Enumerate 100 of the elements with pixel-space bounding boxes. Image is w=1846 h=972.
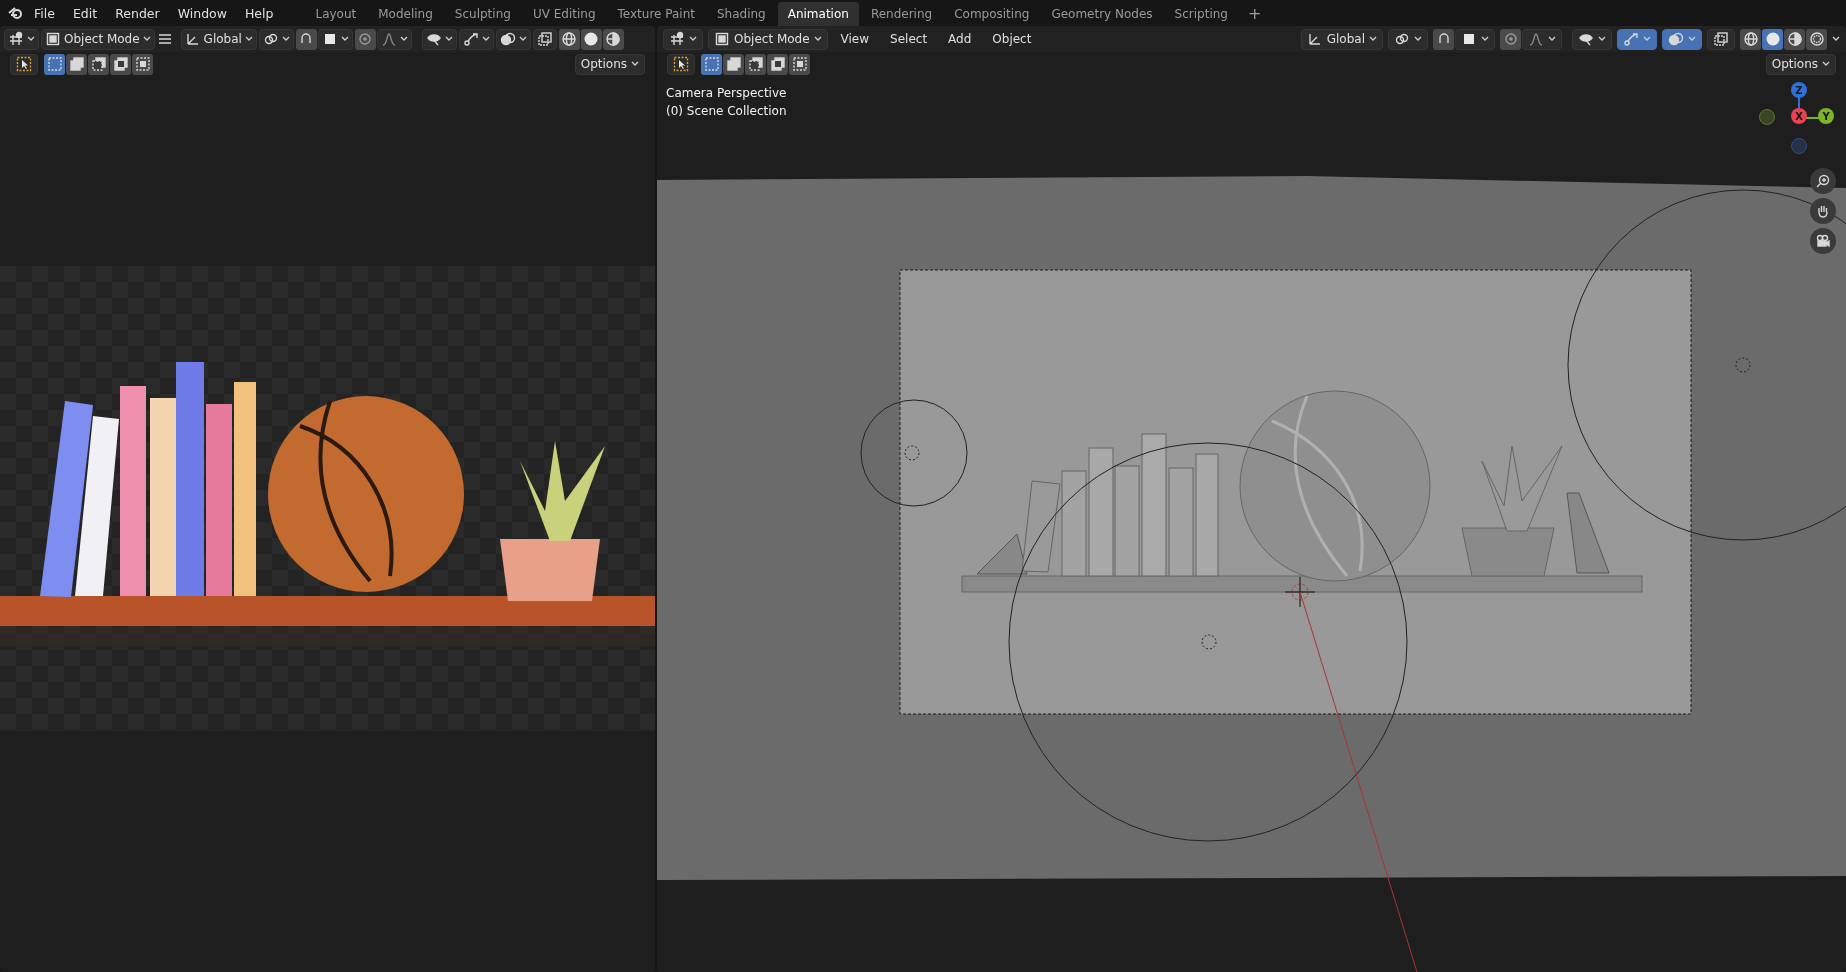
tool-button[interactable]	[667, 53, 695, 75]
selection-mode-button[interactable]	[66, 53, 87, 75]
negative-axis-handle[interactable]	[1791, 138, 1807, 154]
zoom-icon[interactable]	[1810, 168, 1836, 194]
selectability-dropdown[interactable]	[421, 28, 457, 50]
selection-mode-button[interactable]	[789, 53, 810, 75]
header-menu[interactable]: Select	[882, 29, 936, 49]
dot-circle-icon	[357, 31, 374, 47]
options-dropdown[interactable]: Options	[1765, 53, 1836, 75]
dashed-square-icon	[703, 56, 720, 72]
caret-icon	[340, 36, 349, 42]
snap-toggle[interactable]	[295, 28, 317, 50]
tool-button[interactable]	[10, 53, 38, 75]
shading-mode-button[interactable]	[1762, 28, 1783, 50]
menu-item[interactable]: Edit	[64, 2, 106, 24]
workspace-tab[interactable]: Modeling	[368, 2, 443, 26]
editor-type-dropdown[interactable]	[4, 28, 39, 50]
navigation-gizmo[interactable]: Z X Y	[1746, 80, 1836, 160]
selection-mode-button[interactable]	[110, 53, 131, 75]
eye-pointer-icon	[425, 31, 442, 47]
workspace-tab[interactable]: Compositing	[944, 2, 1040, 26]
menu-item[interactable]: Help	[236, 2, 282, 24]
orientation-dropdown[interactable]: Global	[1300, 28, 1383, 50]
pivot-dropdown[interactable]	[258, 28, 294, 50]
selectability-dropdown[interactable]	[1572, 28, 1612, 50]
falloff-curve-icon	[1528, 31, 1544, 47]
solid-sphere-icon	[583, 31, 600, 47]
shading-mode-button[interactable]	[1806, 28, 1827, 50]
intersect-squares-icon	[791, 56, 808, 72]
gizmo-toggle[interactable]	[458, 28, 494, 50]
shading-mode-button[interactable]	[580, 28, 602, 50]
menu-item[interactable]: File	[26, 2, 63, 24]
eye-pointer-icon	[1578, 31, 1594, 47]
workspace-tab[interactable]: UV Editing	[522, 2, 606, 26]
shading-mode-button[interactable]	[1740, 28, 1761, 50]
workspace-tab[interactable]: Texture Paint	[607, 2, 705, 26]
pivot-dropdown[interactable]	[1388, 28, 1428, 50]
selection-mode-button[interactable]	[88, 53, 109, 75]
shading-mode-button[interactable]	[558, 28, 580, 50]
mode-dropdown[interactable]: Object Mode	[41, 28, 155, 50]
proportional-edit-toggle[interactable]	[1500, 28, 1521, 50]
workspace-tab[interactable]: Animation	[777, 2, 859, 26]
menu-item[interactable]: Window	[169, 2, 235, 24]
caret-icon	[1643, 36, 1651, 42]
proportional-edit-toggle[interactable]	[354, 28, 376, 50]
solid-sphere-icon	[1764, 31, 1781, 47]
selection-mode-button[interactable]	[723, 53, 744, 75]
xray-toggle[interactable]	[532, 28, 557, 50]
cursor-icon	[673, 56, 689, 72]
axes-icon[interactable]	[669, 31, 685, 47]
mode-dropdown[interactable]: Object Mode	[708, 28, 828, 50]
axis-label[interactable]: Z	[1791, 82, 1807, 98]
selection-mode-button[interactable]	[44, 53, 65, 75]
wireframe-sphere-icon	[561, 31, 578, 47]
selection-mode-button[interactable]	[767, 53, 788, 75]
blender-logo-icon[interactable]	[8, 5, 24, 21]
snap-toggle[interactable]	[1433, 28, 1454, 50]
workspace-tab[interactable]: Layout	[305, 2, 367, 26]
subtract-squares-icon	[90, 56, 107, 72]
options-dropdown[interactable]: Options	[574, 53, 645, 75]
selection-mode-button[interactable]	[701, 53, 722, 75]
orientation-dropdown[interactable]: Global	[180, 28, 257, 50]
falloff-dropdown[interactable]	[1522, 28, 1562, 50]
add-workspace-button[interactable]: +	[1240, 3, 1270, 26]
workspace-tab[interactable]: Sculpting	[444, 2, 521, 26]
falloff-dropdown[interactable]	[376, 28, 412, 50]
axis-label[interactable]: X	[1791, 108, 1807, 124]
workspace-tab[interactable]: Scripting	[1164, 2, 1238, 26]
difference-squares-icon	[112, 56, 129, 72]
overlapping-circles-icon	[1668, 31, 1684, 47]
shading-mode-button[interactable]	[1784, 28, 1805, 50]
editor-type-dropdown[interactable]	[663, 28, 703, 50]
magnifier-plus-icon	[1815, 173, 1831, 189]
selection-mode-button[interactable]	[745, 53, 766, 75]
snap-target-dropdown[interactable]	[1455, 28, 1495, 50]
linked-circles-icon	[262, 31, 279, 47]
header-menu[interactable]: View	[832, 29, 878, 49]
axes-corner-icon	[184, 31, 201, 47]
selection-mode-button[interactable]	[132, 53, 153, 75]
menu-item[interactable]: Render	[107, 2, 168, 24]
rendered-sphere-icon	[1808, 31, 1825, 47]
xray-squares-icon	[1713, 31, 1729, 47]
overlapping-squares-icon	[725, 56, 742, 72]
overlapping-squares-icon	[68, 56, 85, 72]
xray-toggle[interactable]	[1707, 28, 1735, 50]
axes-icon[interactable]	[8, 31, 24, 47]
overlay-toggle[interactable]	[1662, 28, 1702, 50]
workspace-tab[interactable]: Geometry Nodes	[1041, 2, 1163, 26]
gizmo-toggle[interactable]	[1617, 28, 1657, 50]
axis-label[interactable]: Y	[1818, 108, 1834, 124]
negative-axis-handle[interactable]	[1759, 109, 1775, 125]
subtract-squares-icon	[747, 56, 764, 72]
header-menu[interactable]: Object	[984, 29, 1040, 49]
header-menu[interactable]: Add	[940, 29, 980, 49]
workspace-tab[interactable]: Rendering	[860, 2, 943, 26]
workspace-tab[interactable]: Shading	[706, 2, 776, 26]
shading-mode-button[interactable]	[602, 28, 624, 50]
overlay-toggle[interactable]	[495, 28, 531, 50]
snap-target-dropdown[interactable]	[317, 28, 353, 50]
menu-icon[interactable]	[156, 31, 173, 47]
